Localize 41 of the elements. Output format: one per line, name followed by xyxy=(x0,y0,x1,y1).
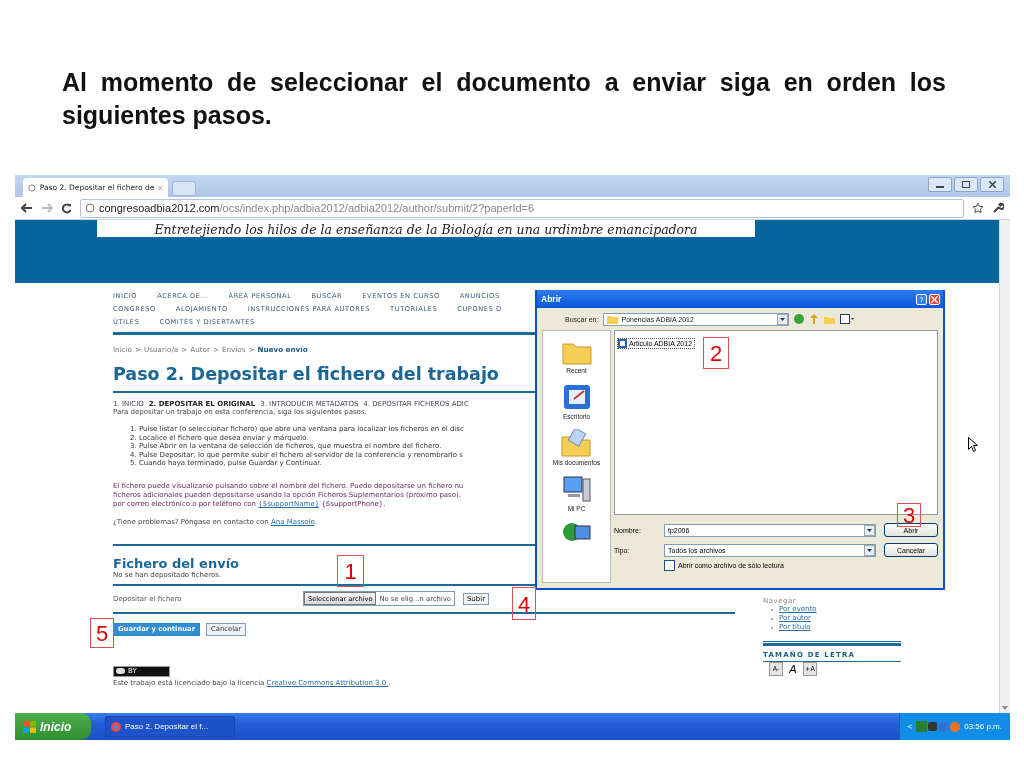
caret-icon[interactable] xyxy=(780,317,786,321)
clock: 03:56 p.m. xyxy=(964,722,1002,731)
close-button[interactable] xyxy=(980,177,1004,192)
windows-logo xyxy=(23,720,36,733)
maximize-button[interactable] xyxy=(954,177,978,192)
star-icon[interactable] xyxy=(972,202,984,214)
close-icon xyxy=(988,181,996,188)
scrollbar[interactable] xyxy=(999,220,1010,713)
step-number: 3 xyxy=(897,503,921,527)
desktop-icon xyxy=(561,383,592,411)
folder-icon xyxy=(607,314,619,324)
taskbar-task[interactable]: Paso 2. Depositar el f... xyxy=(105,716,235,737)
slide-title: Al momento de seleccionar el documento a enviar siga en orden los siguientes pasos. xyxy=(62,67,946,131)
reload-icon[interactable] xyxy=(61,202,72,214)
step-number: 4 xyxy=(512,587,536,620)
step-number: 5 xyxy=(90,618,114,648)
globe-icon xyxy=(85,203,95,213)
dialog-title: Abrir xyxy=(541,294,562,304)
step-number: 2 xyxy=(703,337,729,369)
page-heading: Paso 2. Depositar el fichero del trabajo xyxy=(113,363,499,385)
section-heading: Fichero del envío xyxy=(113,555,240,571)
wrench-icon[interactable] xyxy=(992,202,1004,214)
caret-icon[interactable] xyxy=(867,528,872,532)
maximize-icon xyxy=(962,181,970,188)
view-menu-icon[interactable] xyxy=(840,314,855,324)
font-size-button[interactable]: A xyxy=(786,662,800,676)
document-icon xyxy=(618,339,627,348)
globe-icon xyxy=(28,182,36,193)
banner-text: Entretejiendo los hilos de la enseñanza de la Biología en una urdimbre emancipadora xyxy=(154,223,698,237)
address-bar[interactable]: congresoadbia2012.com/ocs/index.php/adbia2012/adbia2012/author/submit/2?paperId=6 xyxy=(80,198,964,218)
checkbox[interactable] xyxy=(664,560,675,571)
cursor-icon xyxy=(968,437,978,452)
computer-icon xyxy=(561,475,592,503)
close-icon xyxy=(931,295,938,303)
caret-icon[interactable] xyxy=(867,548,872,552)
step-number: 1 xyxy=(337,555,364,587)
tray-arrow[interactable]: < xyxy=(907,722,913,731)
minimize-button[interactable] xyxy=(928,177,952,192)
tray-icons[interactable] xyxy=(916,720,961,733)
folder-icon xyxy=(561,429,592,457)
browser-icon xyxy=(111,721,121,732)
